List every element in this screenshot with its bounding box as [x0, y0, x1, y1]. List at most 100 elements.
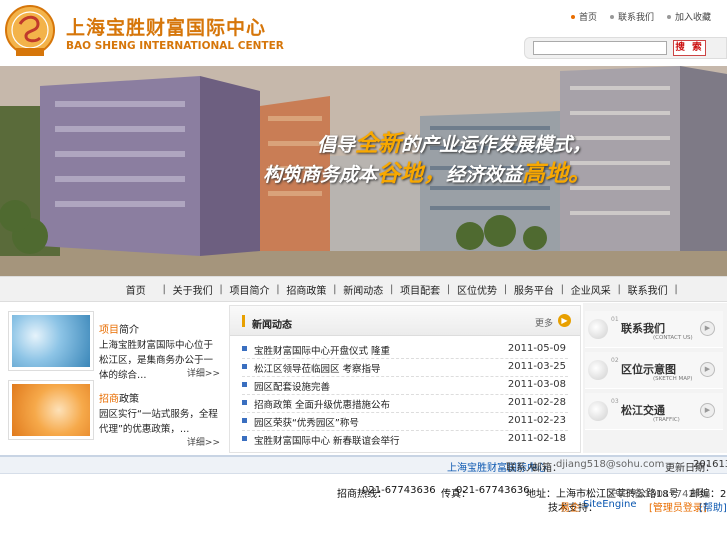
feature-more-link[interactable]: 详细>>	[187, 366, 220, 379]
feature-title-lead: 项目	[99, 325, 119, 336]
side-link-label: 区位示意图	[621, 363, 676, 376]
slogan2-mid: 经济效益	[446, 164, 523, 186]
footer-postcode: 邮编：201612	[690, 489, 727, 500]
news-item-title[interactable]: 园区配套设施完善	[254, 379, 330, 393]
company-logo[interactable]	[4, 4, 56, 60]
nav-item-about[interactable]: 关于我们	[166, 282, 220, 297]
nav-item-facilities[interactable]: 项目配套	[393, 282, 447, 297]
side-link-number: 03	[611, 398, 619, 405]
page: 上海宝胜财富国际中心 BAO SHENG INTERNATIONAL CENTE…	[0, 0, 727, 545]
nav-item-services[interactable]: 服务平台	[507, 282, 561, 297]
news-more-link[interactable]: 更多	[535, 316, 553, 329]
news-item-title[interactable]: 宝胜财富国际中心开盘仪式 隆重	[254, 343, 390, 357]
search-box: 搜 索	[524, 37, 727, 59]
news-item-date: 2011-05-09	[507, 343, 566, 354]
feature-title[interactable]: 招商政策	[99, 390, 139, 405]
news-item[interactable]: 松江区领导莅临园区 考察指导 2011-03-25	[242, 359, 568, 377]
news-item-date: 2011-03-25	[507, 361, 566, 372]
top-link-contact[interactable]: 联系我们	[609, 10, 654, 23]
banner-slogan-line2: 构筑商务成本谷地，经济效益高地。	[263, 154, 591, 188]
feature-title-lead: 招商	[99, 394, 119, 405]
slogan1-pre: 倡导	[317, 134, 356, 156]
bullet-icon	[242, 364, 247, 369]
nav-item-enterprises[interactable]: 企业风采	[564, 282, 618, 297]
bullet-icon	[242, 418, 247, 423]
bullet-icon	[570, 14, 575, 19]
news-item[interactable]: 宝胜财富国际中心 新春联谊会举行 2011-02-18	[242, 431, 568, 449]
side-link-number: 01	[611, 316, 619, 323]
top-link-home[interactable]: 首页	[570, 10, 597, 23]
bullet-icon	[242, 436, 247, 441]
nav-item-contact[interactable]: 联系我们	[621, 282, 675, 297]
footer-fax: 021-67743636	[456, 485, 530, 496]
feature-title-rest: 政策	[119, 394, 139, 405]
slogan1-post: 的产业运作发展模式，	[401, 134, 592, 156]
news-item[interactable]: 园区配套设施完善 2011-03-08	[242, 377, 568, 395]
nav-item-news[interactable]: 新闻动态	[337, 282, 391, 297]
arrow-right-icon: ▶	[700, 321, 715, 336]
top-link-contact-label: 联系我们	[617, 13, 654, 23]
top-link-favorite[interactable]: 加入收藏	[666, 10, 711, 23]
news-item-title[interactable]: 宝胜财富国际中心 新春联谊会举行	[254, 433, 400, 447]
footer-info: 招商热线： 021-67743636 传真： 021-67743636 地址：上…	[0, 485, 727, 515]
news-item-date: 2011-02-18	[507, 433, 566, 444]
top-links: 首页 联系我们 加入收藏	[570, 10, 711, 23]
arrow-right-icon: ▶	[700, 403, 715, 418]
news-item[interactable]: 招商政策 全面升级优惠措施公布 2011-02-28	[242, 395, 568, 413]
news-title: 新闻动态	[252, 320, 292, 331]
slogan2-highlight1: 谷地，	[377, 161, 447, 187]
side-link-label-en: (CONTACT US)	[653, 335, 693, 341]
feature-column: 项目简介 上海宝胜财富国际中心位于松江区，是集商务办公于一体的综合… 详细>> …	[0, 303, 228, 453]
arrow-right-icon[interactable]: ▶	[558, 314, 571, 327]
footer-date: 2016131	[693, 459, 727, 470]
feature-description: 园区实行“一站式服务，全程代理”的优惠政策，…	[99, 409, 218, 435]
footer-email[interactable]: djiang518@sohu.com	[556, 459, 664, 470]
main-nav: 首页 | 关于我们 | 项目简介 | 招商政策 | 新闻动态 | 项目配套 | 区位优势 | …	[0, 276, 727, 302]
coins-image	[12, 315, 90, 367]
side-link-contact[interactable]: 01 联系我们 (CONTACT US) ▶	[585, 311, 723, 348]
traffic-icon	[588, 401, 608, 421]
help-link[interactable]: [帮助]	[699, 499, 727, 514]
site-title-en: BAO SHENG INTERNATIONAL CENTER	[66, 40, 284, 52]
bullet-icon	[666, 14, 671, 19]
feature-title-rest: 简介	[119, 325, 139, 336]
feature-title[interactable]: 项目简介	[99, 321, 139, 336]
slogan2-pre: 构筑商务成本	[263, 164, 378, 186]
map-icon	[588, 360, 608, 380]
news-item-date: 2011-03-08	[507, 379, 566, 390]
currency-image	[12, 384, 90, 436]
side-link-label: 松江交通	[621, 404, 665, 417]
search-button[interactable]: 搜 索	[673, 40, 706, 56]
news-item-title[interactable]: 园区荣获“优秀园区”称号	[254, 415, 359, 429]
footer-bar: 上海宝胜财富国际中心 联系人 邮箱： djiang518@sohu.com 更新…	[0, 455, 727, 474]
feature-more-link[interactable]: 详细>>	[187, 435, 220, 448]
news-item-title[interactable]: 招商政策 全面升级优惠措施公布	[254, 397, 390, 411]
feature-thumbnail[interactable]	[8, 380, 94, 440]
feature-project: 项目简介 上海宝胜财富国际中心位于松江区，是集商务办公于一体的综合… 详细>>	[8, 311, 222, 381]
news-panel: 新闻动态 更多 ▶ 宝胜财富国际中心开盘仪式 隆重 2011-05-09 松江区领…	[229, 305, 581, 453]
nav-item-location[interactable]: 区位优势	[450, 282, 504, 297]
feature-thumbnail[interactable]	[8, 311, 94, 371]
nav-item-project[interactable]: 项目简介	[223, 282, 277, 297]
footer-powered-lead[interactable]: 易企	[560, 499, 580, 514]
header-marker-icon	[242, 315, 245, 327]
arrow-right-icon: ▶	[700, 362, 715, 377]
side-link-label-en: (SKETCH MAP)	[653, 376, 693, 382]
bullet-icon	[242, 346, 247, 351]
nav-item-home[interactable]: 首页	[109, 282, 163, 297]
nav-item-policy[interactable]: 招商政策	[280, 282, 334, 297]
feature-policy: 招商政策 园区实行“一站式服务，全程代理”的优惠政策，… 详细>>	[8, 380, 222, 448]
side-link-map[interactable]: 02 区位示意图 (SKETCH MAP) ▶	[585, 352, 723, 389]
news-item-title[interactable]: 松江区领导莅临园区 考察指导	[254, 361, 381, 375]
footer-phone: 021-67743636	[362, 485, 436, 496]
news-item-date: 2011-02-23	[507, 415, 566, 426]
hero-banner: 倡导全新的产业运作发展模式， 构筑商务成本谷地，经济效益高地。	[0, 66, 727, 276]
footer-powered-by[interactable]: SiteEngine	[583, 499, 636, 510]
side-link-label: 联系我们	[621, 322, 665, 335]
side-link-traffic[interactable]: 03 松江交通 (TRAFFIC) ▶	[585, 393, 723, 430]
search-input[interactable]	[533, 41, 667, 55]
news-item[interactable]: 园区荣获“优秀园区”称号 2011-02-23	[242, 413, 568, 431]
top-link-favorite-label: 加入收藏	[674, 13, 711, 23]
bullet-icon	[242, 382, 247, 387]
news-item[interactable]: 宝胜财富国际中心开盘仪式 隆重 2011-05-09	[242, 341, 568, 359]
